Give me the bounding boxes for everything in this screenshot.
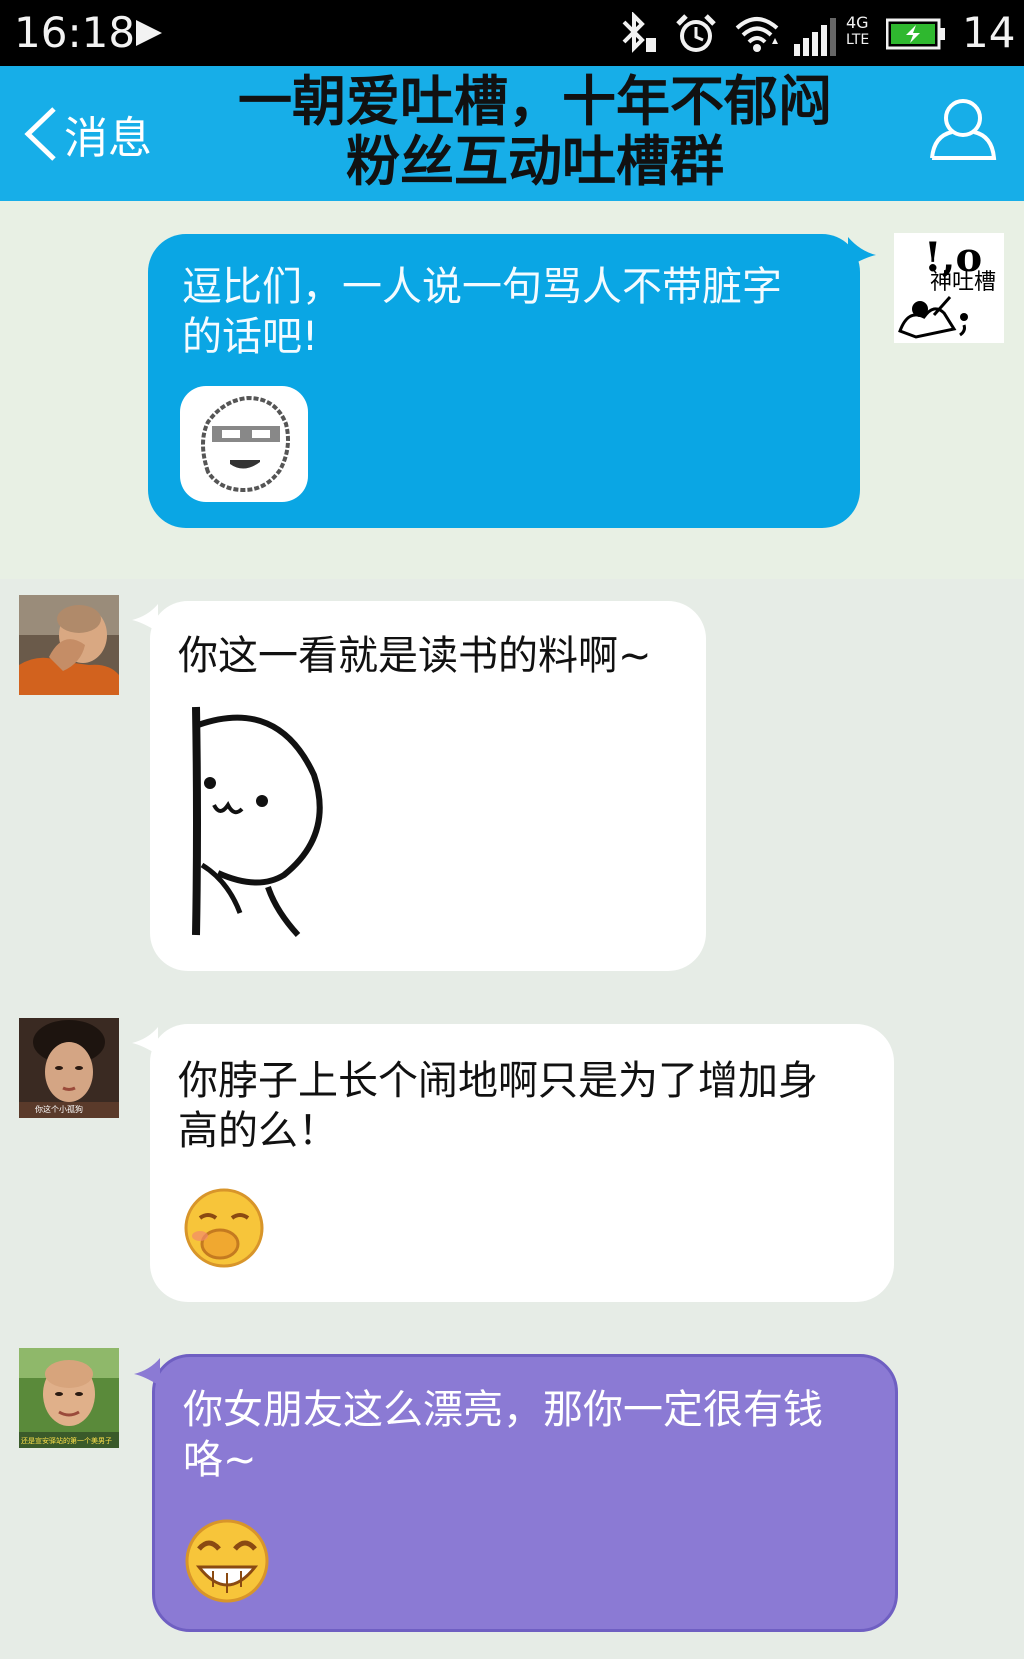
network-type: 4G LTE [846,13,870,49]
group-title-line1: 一朝爱吐槽，十年不郁闷 [238,70,832,133]
facepalm-monk-avatar[interactable] [19,595,119,695]
bubble-tail [134,1358,160,1386]
group-title-line2: 粉丝互动吐槽群 [346,130,724,193]
status-bar: 16:18 4G LTE 14 [0,0,1024,66]
monk-avatar[interactable]: 还是宣安驿站的第一个美男子 [19,1348,119,1448]
smirk-face-sticker [180,386,308,502]
message-text: 你女朋友这么漂亮，那你一定很有钱 咯~ [183,1387,823,1483]
message-bubble[interactable]: 你女朋友这么漂亮，那你一定很有钱 咯~ [152,1354,898,1632]
battery-icon [886,18,945,50]
snicker-emoji [180,1186,268,1276]
message-bubble-self[interactable]: 逗比们，一人说一句骂人不带脏字 的话吧! [148,234,860,528]
self-avatar[interactable]: !,o 神吐槽 [894,233,1004,343]
chat-header: 消息 一朝爱吐槽，十年不郁闷 粉丝互动吐槽群 [0,66,1024,201]
message-bubble[interactable]: 你脖子上长个闹地啊只是为了增加身 高的么！ [150,1024,894,1302]
message-bubble[interactable]: 你这一看就是读书的料啊~ [150,601,706,971]
battery-percent: 14 [962,8,1016,57]
peeking-face-sticker [188,705,338,949]
woman-avatar[interactable]: 你这个小孤狗 [19,1018,119,1118]
wifi-icon [735,17,779,52]
bubble-tail [132,604,158,632]
avatar-caption: 还是宣安驿站的第一个美男子 [21,1436,112,1445]
bluetooth-icon [622,12,656,53]
message-text: 你脖子上长个闹地啊只是为了增加身 高的么！ [178,1058,818,1154]
avatar-caption: 神吐槽 [930,270,996,295]
chevron-left-icon [24,107,56,161]
bubble-tail [848,237,876,267]
profile-icon[interactable] [928,96,998,162]
self-message-row: 逗比们，一人说一句骂人不带脏字 的话吧! !,o 神吐槽 [0,201,1024,579]
message-text: 你这一看就是读书的料啊~ [178,633,652,679]
signal-icon [794,18,836,56]
status-time: 16:18 [14,8,136,57]
message-text: 逗比们，一人说一句骂人不带脏字 的话吧! [182,264,782,360]
bubble-tail [132,1027,158,1055]
group-title: 一朝爱吐槽，十年不郁闷 粉丝互动吐槽群 [180,72,890,192]
back-button[interactable]: 消息 [22,102,172,166]
play-icon [136,20,162,46]
alarm-icon [676,14,716,52]
grin-emoji [181,1517,273,1611]
back-label: 消息 [64,113,152,164]
avatar-caption: 你这个小孤狗 [35,1104,83,1114]
